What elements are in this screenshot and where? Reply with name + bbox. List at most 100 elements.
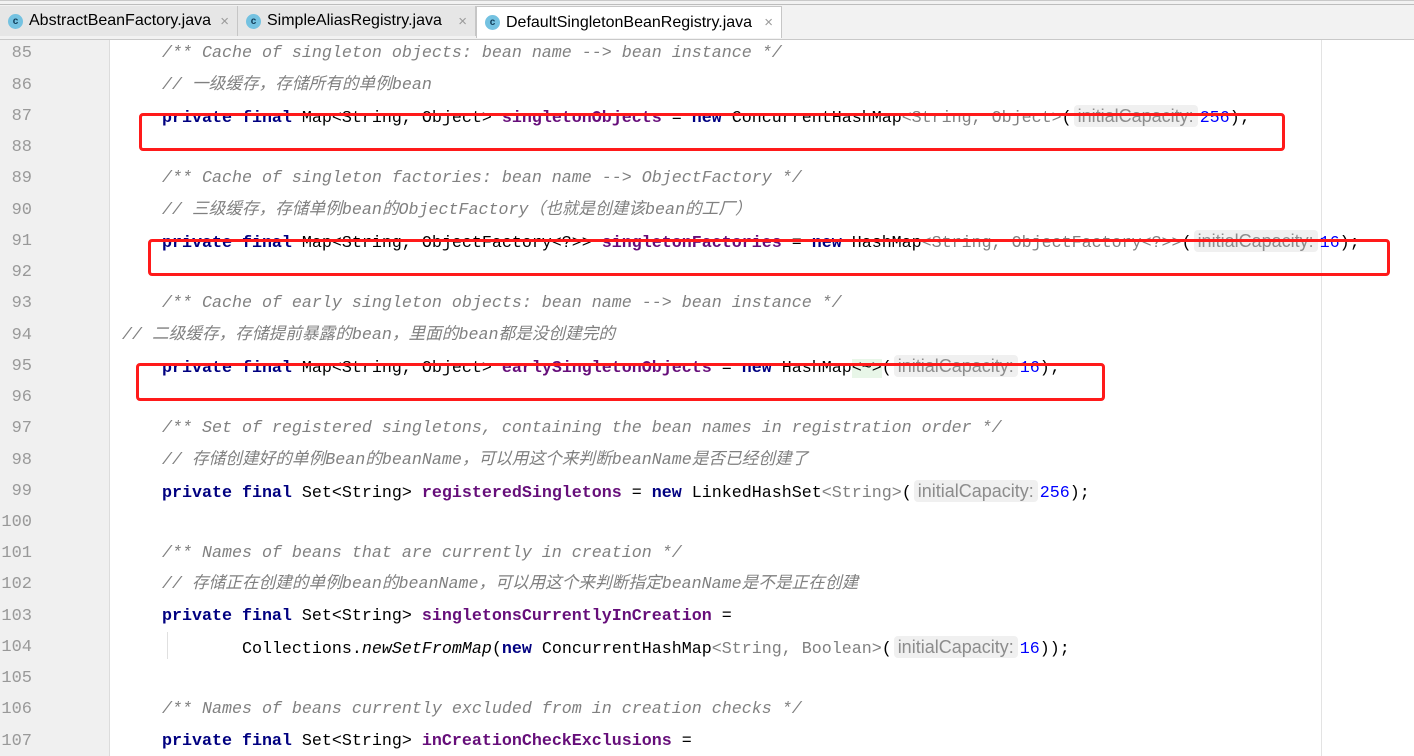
code-line[interactable]: 93 /** Cache of early singleton objects:… bbox=[0, 288, 1414, 319]
comment: /** Cache of early singleton objects: be… bbox=[161, 294, 842, 314]
parameter-hint: initialCapacity: bbox=[893, 635, 1018, 658]
code-line[interactable]: 99 private final Set<String> registeredS… bbox=[0, 476, 1414, 507]
line-number: 95 bbox=[11, 356, 32, 376]
line-number: 104 bbox=[1, 637, 32, 657]
code-text: = bbox=[671, 731, 692, 751]
code-text: )); bbox=[1039, 639, 1070, 659]
highlight-box-singleton-factories bbox=[148, 239, 1390, 276]
code-line[interactable]: 97 /** Set of registered singletons, con… bbox=[0, 413, 1414, 444]
line-number: 98 bbox=[11, 450, 32, 470]
divider bbox=[0, 4, 1414, 5]
tab-abstract-bean-factory[interactable]: c AbstractBeanFactory.java × bbox=[0, 6, 238, 36]
code-content: // 二级缓存，存储提前暴露的bean，里面的bean都是没创建完的 bbox=[122, 320, 615, 351]
code-line[interactable]: 90 // 三级缓存，存储单例bean的ObjectFactory（也就是创建该… bbox=[0, 195, 1414, 226]
code-content: /** Set of registered singletons, contai… bbox=[122, 413, 1002, 444]
code-text: Set<String> bbox=[301, 606, 422, 626]
code-content: // 存储创建好的单例Bean的beanName，可以用这个来判断beanNam… bbox=[122, 445, 808, 476]
line-number: 96 bbox=[11, 388, 32, 408]
code-text: = bbox=[711, 606, 732, 626]
line-number: 102 bbox=[1, 575, 32, 595]
code-content: /** Cache of early singleton objects: be… bbox=[122, 288, 842, 319]
code-line[interactable]: 101 /** Names of beans that are currentl… bbox=[0, 538, 1414, 569]
code-line[interactable]: 104 Collections.newSetFromMap(new Concur… bbox=[0, 632, 1414, 663]
code-line[interactable]: 105 bbox=[0, 663, 1414, 694]
code-line[interactable]: 89 /** Cache of singleton factories: bea… bbox=[0, 163, 1414, 194]
code-text: Set<String> bbox=[301, 483, 422, 503]
code-content: // 一级缓存，存储所有的单例bean bbox=[122, 70, 432, 101]
comment: // 二级缓存，存储提前暴露的bean，里面的bean都是没创建完的 bbox=[122, 325, 616, 345]
code-text: LinkedHashSet bbox=[691, 483, 822, 503]
comment: /** Cache of singleton factories: bean n… bbox=[161, 169, 802, 189]
line-number: 107 bbox=[1, 731, 32, 751]
comment: // 一级缓存，存储所有的单例bean bbox=[161, 75, 432, 95]
highlight-box-singleton-objects bbox=[139, 113, 1285, 151]
code-line[interactable]: 102 // 存储正在创建的单例bean的beanName，可以用这个来判断指定… bbox=[0, 569, 1414, 600]
class-icon: c bbox=[485, 15, 500, 30]
line-number: 97 bbox=[11, 419, 32, 439]
line-number: 86 bbox=[11, 75, 32, 95]
line-number: 92 bbox=[11, 263, 32, 283]
class-icon: c bbox=[246, 13, 261, 29]
close-icon[interactable]: × bbox=[458, 13, 467, 30]
code-line[interactable]: 106 /** Names of beans currently exclude… bbox=[0, 694, 1414, 725]
keyword: new bbox=[651, 483, 692, 503]
line-number: 87 bbox=[11, 106, 32, 126]
code-text: Collections. bbox=[241, 639, 362, 659]
tab-simple-alias-registry[interactable]: c SimpleAliasRegistry.java × bbox=[238, 6, 476, 36]
line-number: 89 bbox=[11, 169, 32, 189]
line-number: 93 bbox=[11, 294, 32, 314]
close-icon[interactable]: × bbox=[220, 13, 229, 30]
code-text: ); bbox=[1069, 483, 1090, 503]
line-number: 99 bbox=[11, 481, 32, 501]
comment: /** Set of registered singletons, contai… bbox=[161, 419, 1002, 439]
class-icon: c bbox=[8, 13, 23, 29]
parameter-hint: initialCapacity: bbox=[913, 479, 1038, 502]
line-number: 91 bbox=[11, 231, 32, 251]
field-name: inCreationCheckExclusions bbox=[421, 731, 672, 751]
code-text: ( bbox=[491, 639, 502, 659]
comment: /** Names of beans currently excluded fr… bbox=[161, 700, 802, 720]
close-icon[interactable]: × bbox=[764, 14, 773, 31]
line-number: 90 bbox=[11, 200, 32, 220]
code-line[interactable]: 107 private final Set<String> inCreation… bbox=[0, 726, 1414, 756]
line-number: 85 bbox=[11, 44, 32, 64]
code-line[interactable]: 103 private final Set<String> singletons… bbox=[0, 601, 1414, 632]
code-line[interactable]: 86 // 一级缓存，存储所有的单例bean bbox=[0, 70, 1414, 101]
code-content: /** Names of beans that are currently in… bbox=[122, 538, 682, 569]
code-line[interactable]: 94 // 二级缓存，存储提前暴露的bean，里面的bean都是没创建完的 bbox=[0, 320, 1414, 351]
line-number: 88 bbox=[11, 138, 32, 158]
code-content: /** Cache of singleton factories: bean n… bbox=[122, 163, 802, 194]
line-number: 100 bbox=[1, 513, 32, 532]
line-number: 101 bbox=[1, 544, 32, 564]
tab-label: DefaultSingletonBeanRegistry.java bbox=[506, 13, 753, 31]
code-content: private final Set<String> singletonsCurr… bbox=[122, 601, 732, 632]
code-text: Set<String> bbox=[301, 731, 422, 751]
code-line[interactable]: 85 /** Cache of singleton objects: bean … bbox=[0, 40, 1414, 70]
number-literal: 256 bbox=[1039, 483, 1070, 503]
number-literal: 16 bbox=[1019, 639, 1040, 659]
method-call: newSetFromMap bbox=[361, 639, 492, 659]
tab-default-singleton-bean-registry[interactable]: c DefaultSingletonBeanRegistry.java × bbox=[476, 6, 782, 38]
code-line[interactable]: 98 // 存储创建好的单例Bean的beanName，可以用这个来判断bean… bbox=[0, 445, 1414, 476]
code-text: ConcurrentHashMap bbox=[541, 639, 712, 659]
keyword: private final bbox=[161, 731, 302, 751]
indent-guide bbox=[167, 631, 168, 660]
highlight-box-early-singleton-objects bbox=[136, 363, 1105, 401]
tab-label: SimpleAliasRegistry.java bbox=[267, 12, 442, 29]
code-text: ( bbox=[901, 483, 912, 503]
keyword: private final bbox=[161, 606, 302, 626]
code-line[interactable]: 100 bbox=[0, 507, 1414, 538]
comment: // 三级缓存，存储单例bean的ObjectFactory（也就是创建该bea… bbox=[161, 200, 752, 220]
field-name: singletonsCurrentlyInCreation bbox=[421, 606, 712, 626]
comment: /** Cache of singleton objects: bean nam… bbox=[161, 44, 782, 64]
comment: /** Names of beans that are currently in… bbox=[161, 544, 682, 564]
tab-label: AbstractBeanFactory.java bbox=[29, 12, 212, 29]
